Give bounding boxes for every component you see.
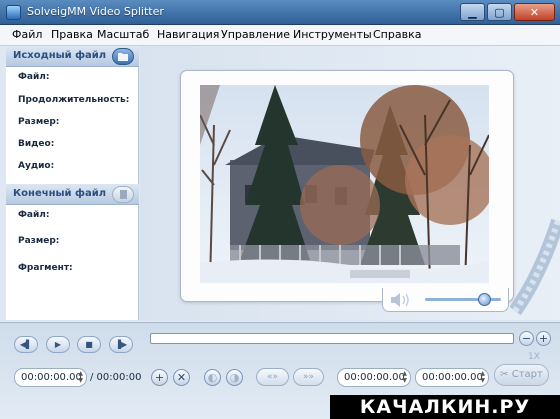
output-file-label: Файл: bbox=[18, 210, 50, 220]
menu-file[interactable]: Файл bbox=[12, 28, 42, 41]
marker-out-spinner[interactable]: ▲ ▼ bbox=[480, 370, 485, 384]
watermark-banner: КАЧАЛКИН.РУ bbox=[330, 395, 560, 419]
minimize-button[interactable]: ▁ bbox=[460, 3, 485, 21]
scissors-icon: ✂ bbox=[500, 369, 509, 380]
menu-control[interactable]: Управление bbox=[221, 28, 290, 41]
zoom-in-button[interactable]: + bbox=[536, 331, 551, 346]
add-marker-button[interactable]: + bbox=[151, 369, 168, 386]
volume-control bbox=[382, 288, 509, 312]
fragment-label: Фрагмент: bbox=[18, 263, 73, 273]
video-preview[interactable] bbox=[200, 85, 489, 283]
mark-in-button[interactable]: ◐ bbox=[204, 369, 221, 386]
volume-slider-thumb[interactable] bbox=[478, 293, 491, 306]
go-to-marker-left-button[interactable]: «» bbox=[256, 368, 289, 386]
marker-in-spinner[interactable]: ▲ ▼ bbox=[402, 370, 407, 384]
app-icon bbox=[6, 5, 21, 20]
play-button[interactable]: ▶ bbox=[46, 336, 70, 353]
go-to-marker-right-button[interactable]: »» bbox=[293, 368, 324, 386]
start-button[interactable]: ✂ Старт bbox=[494, 364, 549, 386]
position-spinner[interactable]: ▲ ▼ bbox=[78, 370, 83, 384]
start-button-label: Старт bbox=[511, 369, 543, 380]
save-icon bbox=[120, 190, 127, 199]
title-bar: SolveigMM Video Splitter ▁ ▢ ✕ bbox=[0, 0, 560, 25]
marker-out-field[interactable]: 00:00:00.00 ▲ ▼ bbox=[415, 368, 489, 387]
stop-button[interactable]: ■ bbox=[77, 336, 101, 353]
timeline[interactable] bbox=[150, 333, 514, 344]
audio-label: Аудио: bbox=[18, 161, 55, 171]
next-frame-button[interactable]: ▐▶ bbox=[109, 336, 133, 353]
source-file-label: Файл: bbox=[18, 72, 50, 82]
duration-label: Продолжительность: bbox=[18, 95, 130, 105]
output-file-header: Конечный файл bbox=[6, 184, 139, 205]
output-file-title: Конечный файл bbox=[13, 188, 107, 199]
zoom-out-button[interactable]: − bbox=[519, 331, 534, 346]
close-button[interactable]: ✕ bbox=[514, 3, 555, 21]
window-title: SolveigMM Video Splitter bbox=[27, 5, 164, 18]
film-strip-decoration bbox=[510, 218, 560, 316]
marker-in-value: 00:00:00.00 bbox=[344, 372, 405, 383]
source-size-label: Размер: bbox=[18, 117, 60, 127]
speed-indicator: 1X bbox=[528, 352, 540, 362]
menu-navigation[interactable]: Навигация bbox=[157, 28, 219, 41]
folder-icon bbox=[118, 53, 128, 61]
source-file-header: Исходный файл bbox=[6, 46, 139, 67]
file-info-panel: Исходный файл Файл: Продолжительность: Р… bbox=[6, 46, 139, 320]
menu-edit[interactable]: Правка bbox=[51, 28, 93, 41]
marker-in-field[interactable]: 00:00:00.00 ▲ ▼ bbox=[337, 368, 411, 387]
menu-bar: Файл Правка Масштаб Навигация Управление… bbox=[0, 25, 560, 46]
menu-help[interactable]: Справка bbox=[373, 28, 421, 41]
save-output-button[interactable] bbox=[112, 186, 134, 203]
source-file-title: Исходный файл bbox=[13, 50, 107, 61]
menu-tools[interactable]: Инструменты bbox=[293, 28, 372, 41]
delete-marker-button[interactable]: ✕ bbox=[173, 369, 190, 386]
previous-frame-button[interactable]: ◀▌ bbox=[14, 336, 38, 353]
open-file-button[interactable] bbox=[112, 48, 134, 65]
position-field[interactable]: 00:00:00.00 ▲ ▼ bbox=[14, 368, 87, 387]
position-value: 00:00:00.00 bbox=[21, 372, 82, 383]
video-label: Видео: bbox=[18, 139, 55, 149]
duration-text: / 00:00:00 bbox=[90, 372, 142, 383]
menu-zoom[interactable]: Масштаб bbox=[97, 28, 149, 41]
maximize-button[interactable]: ▢ bbox=[487, 3, 512, 21]
mark-out-button[interactable]: ◑ bbox=[226, 369, 243, 386]
output-size-label: Размер: bbox=[18, 236, 60, 246]
marker-out-value: 00:00:00.00 bbox=[422, 372, 483, 383]
speaker-icon[interactable] bbox=[389, 292, 411, 308]
